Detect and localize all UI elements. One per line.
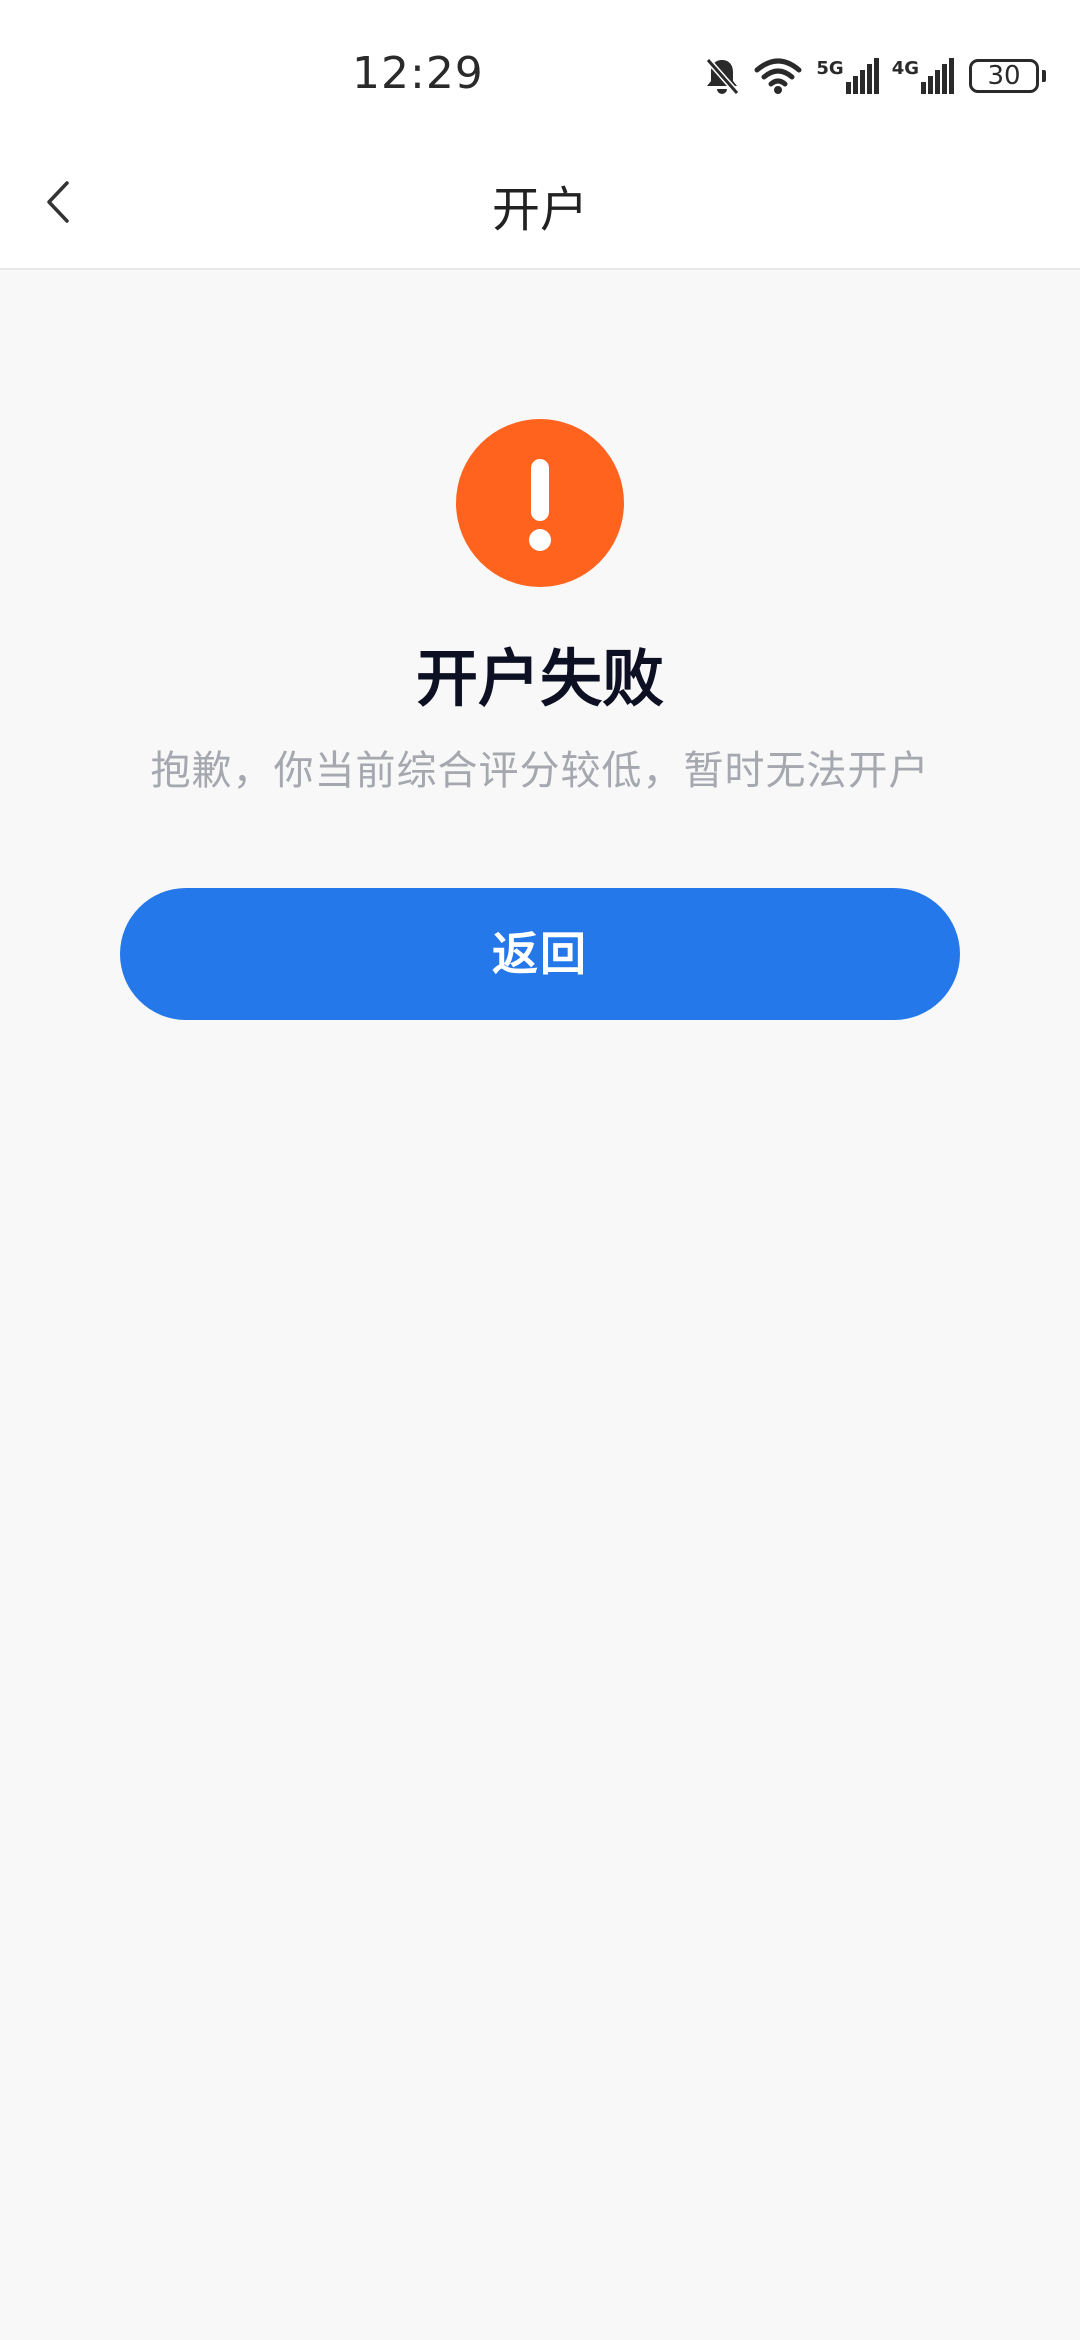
network-label-4g: 4G	[891, 58, 919, 79]
exclamation-icon	[456, 419, 624, 587]
network-label-5g: 5G	[816, 58, 844, 79]
battery-level: 30	[969, 59, 1039, 93]
status-time: 12:29	[352, 48, 484, 99]
result-title: 开户失败	[415, 642, 664, 715]
signal-4g-icon: 4G	[892, 58, 955, 94]
signal-5g-icon: 5G	[816, 58, 879, 94]
wifi-icon	[754, 56, 802, 96]
return-button[interactable]: 返回	[120, 888, 960, 1020]
result-description: 抱歉，你当前综合评分较低，暂时无法开户	[150, 748, 930, 794]
exclamation-bar	[531, 459, 549, 521]
top-bar: 12:29 5G 4G 30 开户	[0, 0, 1080, 270]
battery-tip	[1042, 70, 1046, 82]
battery-icon: 30	[969, 59, 1046, 93]
bell-muted-icon	[704, 56, 740, 96]
exclamation-dot	[529, 529, 551, 551]
status-icons: 5G 4G 30	[704, 52, 1046, 100]
page-title: 开户	[491, 182, 588, 238]
